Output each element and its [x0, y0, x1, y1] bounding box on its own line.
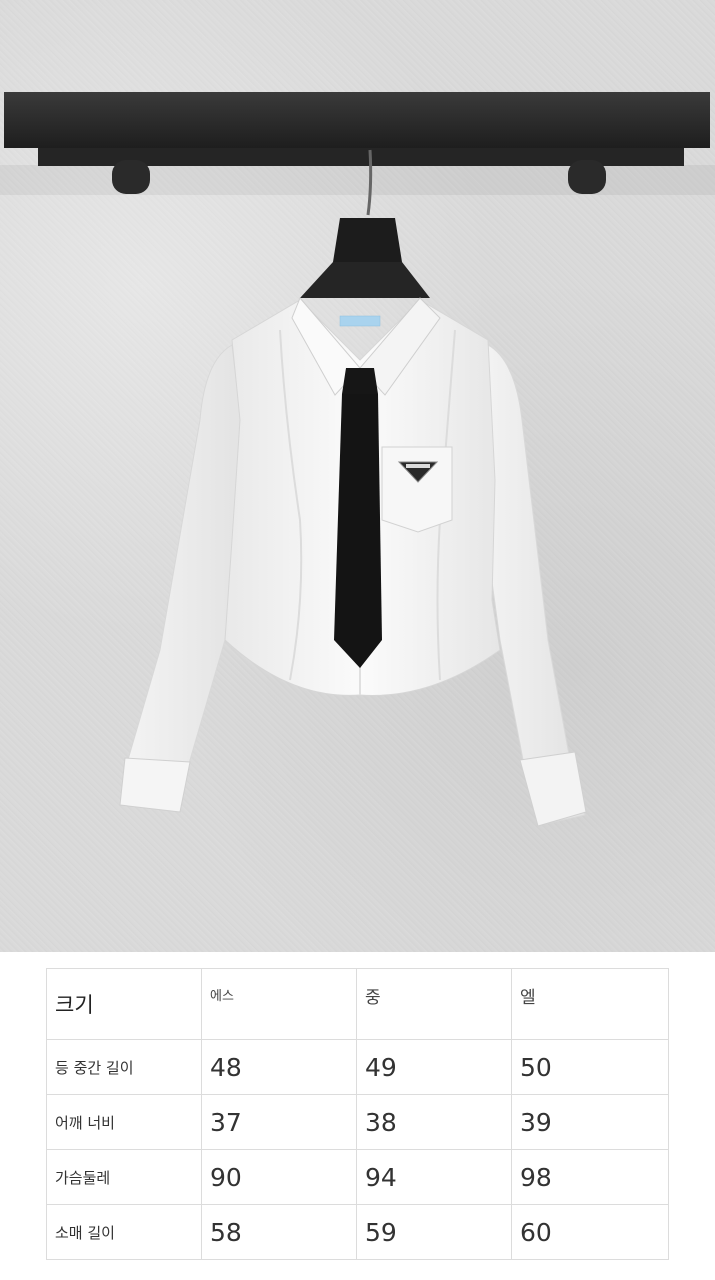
product-photo — [0, 0, 715, 952]
table-row: 등 중간 길이 48 49 50 — [46, 1039, 669, 1095]
table-cell: 59 — [356, 1204, 512, 1260]
table-cell: 49 — [356, 1039, 512, 1095]
table-cell: 98 — [511, 1149, 669, 1205]
size-chart-table: 크기 에스 중 엘 등 중간 길이 48 49 50 어깨 너비 37 38 3… — [46, 968, 669, 1260]
size-header-label: 크기 — [46, 968, 202, 1040]
table-cell: 38 — [356, 1094, 512, 1150]
row-label-shoulder-width: 어깨 너비 — [46, 1094, 202, 1150]
table-cell: 48 — [201, 1039, 357, 1095]
size-table-header-row: 크기 에스 중 엘 — [46, 968, 669, 1040]
size-header-l: 엘 — [511, 968, 669, 1040]
table-cell: 37 — [201, 1094, 357, 1150]
table-row: 소매 길이 58 59 60 — [46, 1204, 669, 1260]
size-header-s: 에스 — [201, 968, 357, 1040]
size-header-m: 중 — [356, 968, 512, 1040]
table-cell: 58 — [201, 1204, 357, 1260]
row-label-back-length: 등 중간 길이 — [46, 1039, 202, 1095]
row-label-sleeve-length: 소매 길이 — [46, 1204, 202, 1260]
table-row: 가슴둘레 90 94 98 — [46, 1149, 669, 1205]
table-cell: 50 — [511, 1039, 669, 1095]
table-cell: 94 — [356, 1149, 512, 1205]
table-cell: 90 — [201, 1149, 357, 1205]
row-label-chest: 가슴둘레 — [46, 1149, 202, 1205]
product-photo-drawing — [0, 92, 715, 827]
table-cell: 39 — [511, 1094, 669, 1150]
table-row: 어깨 너비 37 38 39 — [46, 1094, 669, 1150]
table-cell: 60 — [511, 1204, 669, 1260]
